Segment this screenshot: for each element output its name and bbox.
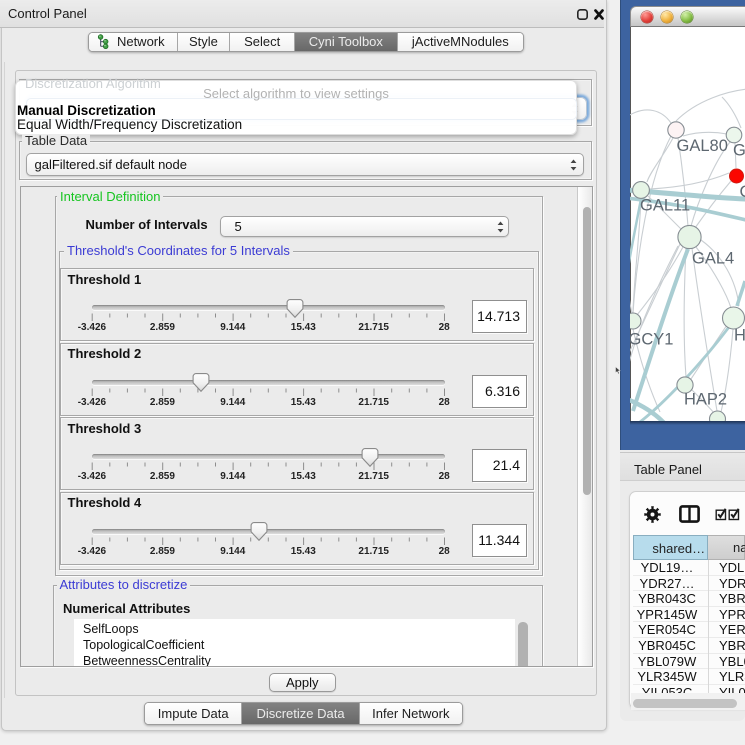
svg-text:GCY1: GCY1 [630, 331, 673, 349]
svg-text:H: H [734, 327, 745, 345]
svg-text:GAL4: GAL4 [692, 250, 734, 268]
svg-text:GAL80: GAL80 [677, 137, 728, 155]
svg-text:GAL: GAL [733, 142, 745, 160]
svg-text:HAP2: HAP2 [684, 391, 727, 409]
svg-text:C: C [740, 183, 745, 201]
svg-text:GAL11: GAL11 [640, 197, 690, 215]
